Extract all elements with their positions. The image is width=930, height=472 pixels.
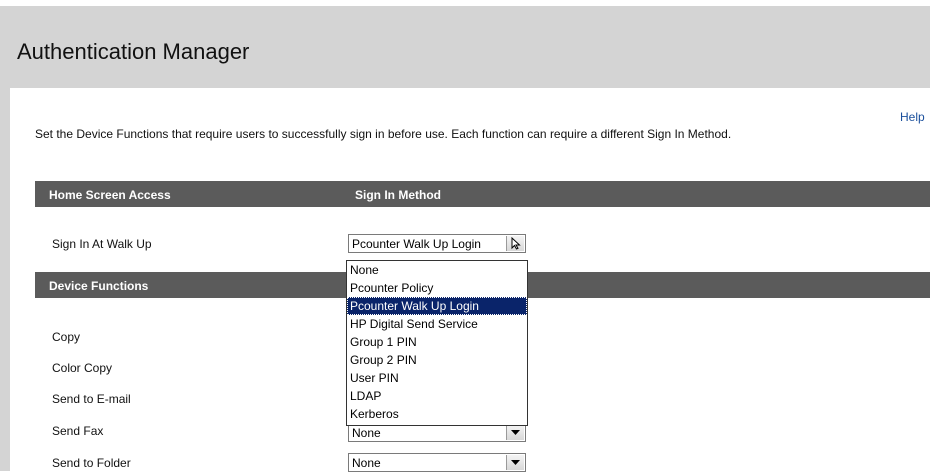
dropdown-option-selected[interactable]: Pcounter Walk Up Login [347, 297, 527, 315]
dropdown-option[interactable]: HP Digital Send Service [347, 315, 527, 333]
dropdown-option[interactable]: Kerberos [347, 405, 527, 423]
function-label-send-fax: Send Fax [52, 424, 104, 438]
dropdown-option[interactable]: Pcounter Policy [347, 279, 527, 297]
sign-in-method-dropdown-list[interactable]: None Pcounter Policy Pcounter Walk Up Lo… [346, 260, 528, 426]
dropdown-option[interactable]: Group 2 PIN [347, 351, 527, 369]
chevron-down-icon[interactable] [506, 236, 524, 251]
function-label-copy: Copy [52, 330, 81, 344]
left-rail [0, 88, 10, 471]
sign-in-at-walk-up-label: Sign In At Walk Up [52, 237, 152, 251]
home-screen-access-heading: Home Screen Access [49, 188, 171, 202]
sign-in-method-heading: Sign In Method [355, 188, 441, 202]
cursor-icon [511, 237, 521, 250]
dropdown-option[interactable]: None [347, 261, 527, 279]
device-functions-heading: Device Functions [49, 279, 149, 293]
page-description: Set the Device Functions that require us… [35, 127, 732, 141]
dropdown-option[interactable]: Group 1 PIN [347, 333, 527, 351]
dropdown-option[interactable]: User PIN [347, 369, 527, 387]
send-fax-value: None [352, 426, 381, 440]
sign-in-method-select[interactable]: Pcounter Walk Up Login [348, 234, 526, 253]
page-header: Authentication Manager [0, 6, 930, 88]
send-to-folder-value: None [352, 456, 381, 470]
sign-in-method-value: Pcounter Walk Up Login [352, 237, 481, 251]
function-label-color-copy: Color Copy [52, 361, 113, 375]
chevron-down-icon[interactable] [506, 455, 524, 470]
page-title: Authentication Manager [17, 39, 250, 64]
help-link[interactable]: Help [900, 110, 925, 124]
send-to-folder-select[interactable]: None [348, 453, 526, 472]
chevron-down-icon[interactable] [506, 425, 524, 440]
function-label-send-to-folder: Send to Folder [52, 456, 131, 470]
dropdown-option[interactable]: LDAP [347, 387, 527, 405]
home-screen-access-header: Home Screen Access Sign In Method [35, 181, 930, 207]
function-label-send-to-email: Send to E-mail [52, 392, 131, 406]
